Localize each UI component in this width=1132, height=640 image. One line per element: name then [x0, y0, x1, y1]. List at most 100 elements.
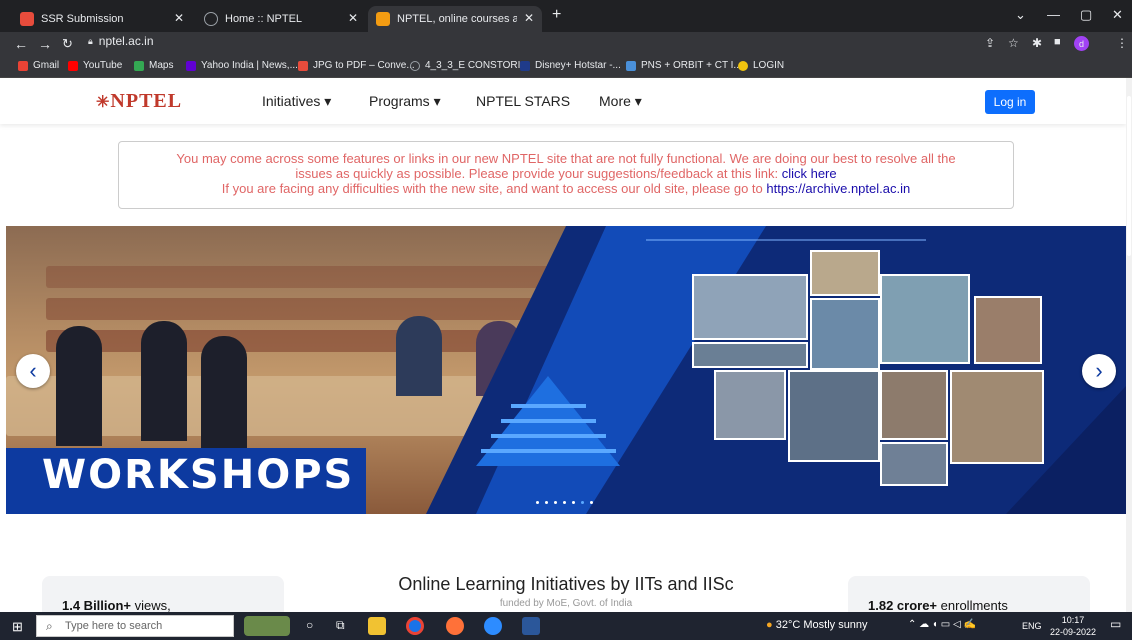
taskbar-search-input[interactable]: ⌕ Type here to search [36, 615, 234, 637]
hotstar-icon [520, 60, 530, 71]
nptel-logo[interactable]: ✳︎NPTEL [96, 90, 182, 113]
collage-photo [974, 296, 1042, 364]
bookmark-login[interactable]: LOGIN [738, 60, 784, 71]
nav-initiatives[interactable]: Initiatives ▾ [262, 93, 331, 110]
login-button[interactable]: Log in [985, 90, 1035, 114]
tab-ssr-submission[interactable]: SSR Submission ✕ [12, 6, 192, 32]
profile-avatar[interactable]: d [1074, 36, 1089, 51]
search-icon: ⌕ [46, 619, 53, 633]
carousel-next-button[interactable]: › [1082, 354, 1116, 388]
webpage: ✳︎NPTEL Initiatives ▾ Programs ▾ NPTEL S… [0, 78, 1126, 612]
news-widget-icon[interactable] [244, 616, 290, 636]
collage-photo [950, 370, 1044, 464]
carousel-dot[interactable] [545, 501, 548, 504]
chrome-icon[interactable] [406, 617, 424, 635]
share-icon[interactable]: ⇪ [985, 36, 995, 50]
url-text: nptel.ac.in [98, 34, 154, 48]
bookmark-gmail[interactable]: Gmail [18, 60, 59, 71]
collage-photo [880, 442, 948, 486]
tab-label: Home :: NPTEL [225, 13, 303, 25]
windows-start-icon[interactable]: ⊞ [12, 619, 23, 635]
nav-more[interactable]: More ▾ [599, 93, 642, 110]
tab-nptel-courses[interactable]: NPTEL, online courses and certifi ✕ [368, 6, 542, 32]
sidebar-icon[interactable]: ■ [1054, 36, 1061, 48]
bookmark-hotstar[interactable]: Disney+ Hotstar -... [520, 60, 621, 71]
menu-kebab-icon[interactable]: ⋮ [1116, 36, 1128, 50]
carousel-dot[interactable] [536, 501, 539, 504]
bookmark-star-icon[interactable]: ☆ [1008, 36, 1019, 50]
notice-line-3: If you are facing any difficulties with … [221, 181, 911, 196]
feedback-link[interactable]: click here [782, 166, 837, 181]
views-count: 1.4 Billion+ [62, 598, 131, 612]
task-view-icon[interactable]: ⧉ [336, 618, 345, 633]
site-notice: You may come across some features or lin… [118, 141, 1014, 209]
minimize-button[interactable]: — [1047, 7, 1060, 22]
forward-icon[interactable]: → [38, 36, 52, 52]
notice-line-2: issues as quickly as possible. Please pr… [295, 166, 837, 181]
section-heading: Online Learning Initiatives by IITs and … [398, 574, 734, 594]
collage-photo [880, 370, 948, 440]
tab-home-nptel[interactable]: Home :: NPTEL ✕ [196, 6, 366, 32]
windows-taskbar: ⊞ ⌕ Type here to search ○ ⧉ ● 32°C Mostl… [0, 612, 1132, 640]
extensions-icon[interactable]: ✱ [1032, 36, 1042, 50]
language-indicator[interactable]: ENG [1022, 621, 1042, 631]
nav-nptel-stars[interactable]: NPTEL STARS [476, 93, 570, 109]
file-explorer-icon[interactable] [368, 617, 386, 635]
sun-icon: ● [766, 619, 773, 631]
site-header: ✳︎NPTEL Initiatives ▾ Programs ▾ NPTEL S… [0, 78, 1126, 124]
cortana-icon[interactable]: ○ [306, 618, 313, 632]
back-icon[interactable]: ← [14, 36, 28, 52]
carousel-dot[interactable] [554, 501, 557, 504]
bookmark-jpg-to-pdf[interactable]: JPG to PDF – Conve... [298, 60, 415, 71]
collage-photo [692, 274, 808, 340]
nav-programs[interactable]: Programs ▾ [369, 93, 441, 110]
carousel-prev-button[interactable]: ‹ [16, 354, 50, 388]
bookmark-youtube[interactable]: YouTube [68, 60, 122, 71]
tab-label: SSR Submission [41, 13, 124, 25]
views-label: views, [134, 598, 171, 612]
banner-title: WORKSHOPS [42, 452, 355, 498]
clock[interactable]: 10:17 22-09-2022 [1050, 614, 1096, 638]
close-window-button[interactable]: ✕ [1112, 7, 1123, 23]
system-tray-icons[interactable]: ⌃ ☁ ◖ ▭ ◁ ✍ [908, 619, 976, 630]
youtube-icon [68, 60, 78, 71]
bookmark-pns[interactable]: PNS + ORBIT + CT I... [626, 60, 742, 71]
carousel-dot-active[interactable] [581, 501, 584, 504]
gmail-icon [18, 60, 28, 71]
lock-icon: 🔒︎ [88, 35, 93, 46]
carousel-dot[interactable] [563, 501, 566, 504]
bookmark-constori[interactable]: 4_3_3_E CONSTORI... [410, 60, 529, 71]
hero-carousel: WORKSHOPS ‹ › [6, 226, 1126, 514]
archive-link[interactable]: https://archive.nptel.ac.in [766, 181, 910, 196]
pdf-icon [298, 60, 308, 71]
address-bar-row: ← → ↻ 🔒︎ nptel.ac.in ⇪ ☆ ✱ ■ d ⋮ [0, 32, 1132, 56]
maximize-button[interactable]: ▢ [1080, 7, 1092, 23]
firefox-icon[interactable] [446, 617, 464, 635]
tab-favicon-icon [20, 12, 34, 26]
browser-tab-bar: SSR Submission ✕ Home :: NPTEL ✕ NPTEL, … [0, 0, 1132, 32]
collage-photo [692, 342, 808, 368]
scrollbar-thumb[interactable] [1127, 96, 1131, 256]
bookmark-yahoo[interactable]: Yahoo India | News,... [186, 60, 298, 71]
tab-search-icon[interactable]: ⌄ [1015, 7, 1026, 23]
carousel-dot[interactable] [590, 501, 593, 504]
carousel-dot[interactable] [572, 501, 575, 504]
section-subheading: funded by MoE, Govt. of India [499, 598, 633, 609]
close-icon[interactable]: ✕ [524, 11, 534, 25]
bookmark-maps[interactable]: Maps [134, 60, 173, 71]
close-icon[interactable]: ✕ [174, 11, 184, 25]
collage-photo [714, 370, 786, 440]
page-scrollbar[interactable] [1126, 78, 1132, 612]
zoom-icon[interactable] [484, 617, 502, 635]
close-icon[interactable]: ✕ [348, 11, 358, 25]
new-tab-button[interactable]: + [552, 6, 561, 24]
yahoo-icon [186, 60, 196, 71]
notification-icon[interactable]: ▭ [1110, 617, 1121, 631]
word-icon[interactable] [522, 617, 540, 635]
url-field[interactable]: 🔒︎ nptel.ac.in [88, 34, 154, 48]
reload-icon[interactable]: ↻ [62, 36, 73, 52]
tab-favicon-icon [376, 12, 390, 26]
collage-photo [880, 274, 970, 364]
weather-widget[interactable]: ● 32°C Mostly sunny [766, 619, 868, 631]
globe-icon [204, 12, 218, 26]
